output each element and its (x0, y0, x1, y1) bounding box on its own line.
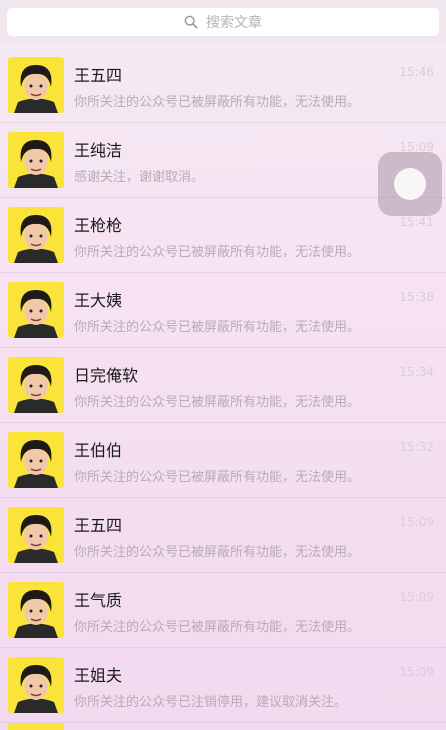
chat-preview: 你所关注的公众号已被屏蔽所有功能，无法使用。 (74, 95, 361, 110)
avatar-portrait-icon (8, 57, 64, 113)
chat-time: 15:38 (399, 290, 434, 304)
assistive-touch-icon (394, 168, 426, 200)
chat-preview: 你所关注的公众号已被屏蔽所有功能，无法使用。 (74, 395, 361, 410)
chat-list: 王五四 15:46 你所关注的公众号已被屏蔽所有功能，无法使用。 王纯洁 15:… (0, 48, 446, 723)
chat-preview: 你所关注的公众号已注销停用，建议取消关注。 (74, 695, 348, 710)
chat-time: 15:32 (399, 440, 434, 454)
avatar-portrait-icon (8, 507, 64, 563)
chat-preview: 你所关注的公众号已被屏蔽所有功能，无法使用。 (74, 245, 361, 260)
chat-row[interactable]: 王五四 15:46 你所关注的公众号已被屏蔽所有功能，无法使用。 (0, 48, 446, 123)
avatar-portrait-icon (8, 357, 64, 413)
assistive-touch-button[interactable] (378, 152, 442, 216)
avatar (8, 507, 64, 563)
chat-name: 王五四 (74, 516, 123, 535)
avatar-portrait-icon (8, 132, 64, 188)
chat-name: 王姐夫 (74, 666, 123, 685)
chat-time: 15:09 (399, 590, 434, 604)
chat-time: 15:09 (399, 665, 434, 679)
avatar-portrait-icon (8, 207, 64, 263)
chat-row[interactable]: 王伯伯 15:32 你所关注的公众号已被屏蔽所有功能，无法使用。 (0, 423, 446, 498)
chat-name: 王枪枪 (74, 216, 123, 235)
avatar (8, 357, 64, 413)
chat-row[interactable]: 王姐夫 15:09 你所关注的公众号已注销停用，建议取消关注。 (0, 648, 446, 723)
chat-preview: 你所关注的公众号已被屏蔽所有功能，无法使用。 (74, 470, 361, 485)
chat-row[interactable]: 日完俺软 15:34 你所关注的公众号已被屏蔽所有功能，无法使用。 (0, 348, 446, 423)
chat-name: 日完俺软 (74, 366, 139, 385)
chat-preview: 你所关注的公众号已被屏蔽所有功能，无法使用。 (74, 545, 361, 560)
chat-time: 15:34 (399, 365, 434, 379)
search-icon (184, 15, 198, 29)
chat-name: 王气质 (74, 591, 123, 610)
chat-row[interactable]: 王大姨 15:38 你所关注的公众号已被屏蔽所有功能，无法使用。 (0, 273, 446, 348)
avatar (8, 657, 64, 713)
search-header: 搜索文章 (0, 0, 446, 42)
chat-name: 王五四 (74, 66, 123, 85)
avatar-portrait-icon (8, 432, 64, 488)
chat-time: 15:09 (399, 515, 434, 529)
chat-name: 王伯伯 (74, 441, 123, 460)
chat-row[interactable]: 王气质 15:09 你所关注的公众号已被屏蔽所有功能，无法使用。 (0, 573, 446, 648)
chat-preview: 你所关注的公众号已被屏蔽所有功能，无法使用。 (74, 620, 361, 635)
search-bar[interactable]: 搜索文章 (7, 8, 439, 36)
chat-time: 15:46 (399, 65, 434, 79)
avatar (8, 282, 64, 338)
chat-name: 王大姨 (74, 291, 123, 310)
avatar (8, 57, 64, 113)
avatar (8, 582, 64, 638)
chat-row[interactable]: 王五四 15:09 你所关注的公众号已被屏蔽所有功能，无法使用。 (0, 498, 446, 573)
avatar (8, 432, 64, 488)
chat-preview: 感谢关注，谢谢取消。 (74, 170, 205, 185)
avatar-portrait-icon (8, 282, 64, 338)
avatar-portrait-icon (8, 582, 64, 638)
avatar (8, 132, 64, 188)
search-placeholder: 搜索文章 (206, 15, 262, 31)
chat-time: 15:41 (399, 215, 434, 229)
partial-avatar (8, 723, 64, 730)
avatar (8, 207, 64, 263)
avatar-portrait-icon (8, 657, 64, 713)
chat-name: 王纯洁 (74, 141, 123, 160)
chat-preview: 你所关注的公众号已被屏蔽所有功能，无法使用。 (74, 320, 361, 335)
